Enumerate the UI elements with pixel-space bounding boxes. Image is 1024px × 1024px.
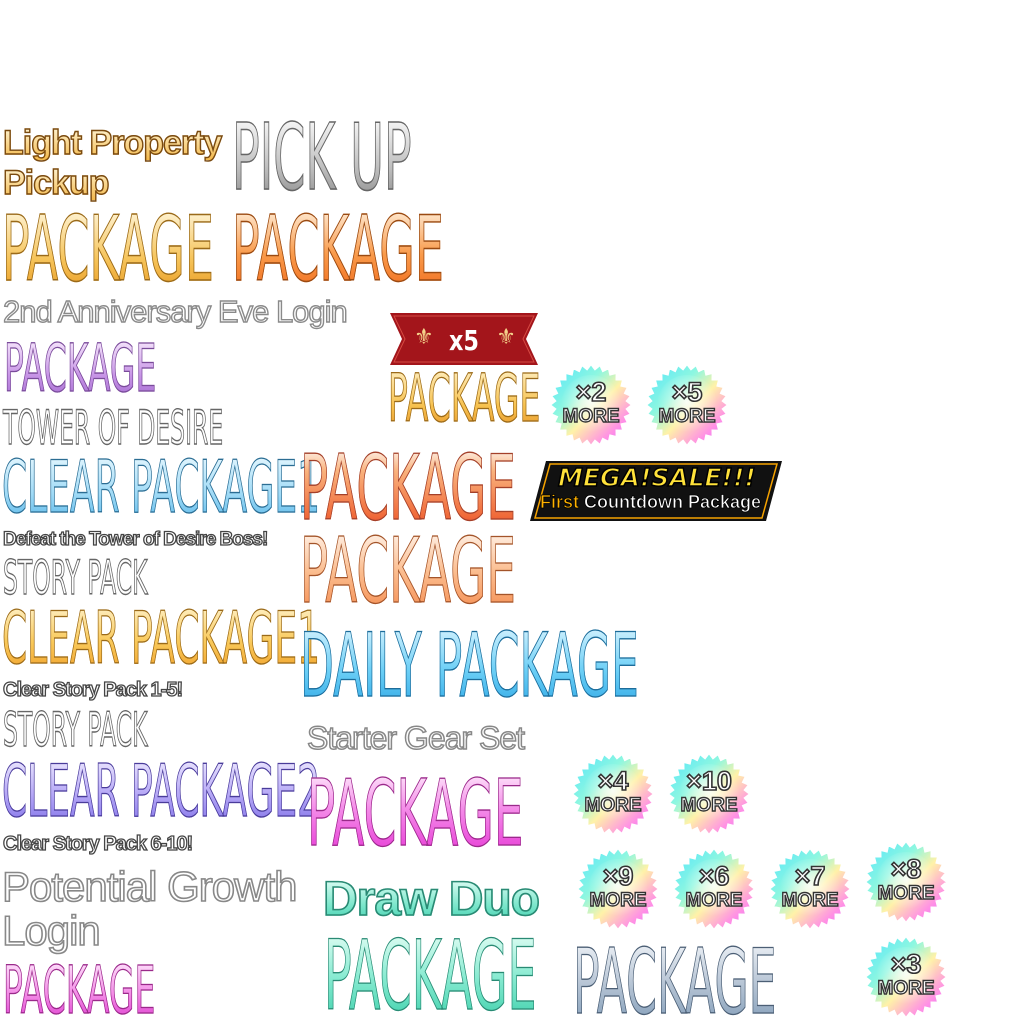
story-pack-label-2: STORY PACK (3, 703, 148, 758)
badge-multiplier: ×4 (597, 765, 629, 797)
more-badge-x5: ×5 MORE (645, 363, 729, 447)
clear-story-6-10-label: Clear Story Pack 6-10! (2, 833, 194, 855)
more-badge-x9: ×9 MORE (576, 847, 660, 931)
package-magenta-title: PACKAGE (307, 760, 524, 867)
anniversary-label: 2nd Anniversary Eve Login (2, 294, 348, 329)
potential-growth-label: Potential Growth (1, 863, 298, 910)
mega-sale-rest: Countdown Package (579, 492, 762, 513)
badge-more-label: MORE (584, 794, 642, 816)
draw-duo-label: Draw Duo (322, 873, 541, 926)
package-mint-title: PACKAGE (324, 920, 537, 1024)
clear-package2-violet-title: CLEAR PACKAGE2 (2, 749, 321, 833)
starter-gear-label: Starter Gear Set (306, 720, 525, 756)
package-gold-small-title: PACKAGE (388, 360, 541, 437)
x5-ribbon: ⚜ x5 ⚜ (390, 313, 538, 365)
more-badge-x8: ×8 MORE (864, 840, 948, 924)
pick-up-title: PICK UP (232, 104, 412, 211)
package-orange-title: PACKAGE (232, 197, 445, 302)
light-property-label: Light Property (2, 124, 223, 162)
badge-multiplier: ×10 (685, 765, 732, 797)
sprite-sheet: Light Property Pickup PICK UP PACKAGE PA… (0, 0, 1024, 1024)
mega-sale-subtitle: First Countdown Package (540, 492, 762, 513)
package-lavender-title: PACKAGE (4, 330, 157, 407)
badge-more-label: MORE (781, 889, 839, 911)
mega-sale-first: First (540, 492, 580, 513)
badge-more-label: MORE (658, 405, 716, 427)
badge-multiplier: ×7 (794, 860, 826, 892)
more-badge-x6: ×6 MORE (672, 847, 756, 931)
badge-multiplier: ×3 (890, 948, 922, 980)
badge-more-label: MORE (562, 405, 620, 427)
story-pack-label-1: STORY PACK (3, 551, 148, 606)
pickup-label: Pickup (2, 164, 110, 202)
clear-package1-gold-title: CLEAR PACKAGE1 (2, 596, 321, 680)
badge-multiplier: ×6 (698, 860, 730, 892)
mega-sale-banner: MEGA!SALE!!! First Countdown Package (528, 459, 784, 523)
mega-sale-title: MEGA!SALE!!! (557, 462, 756, 493)
package-gold-title: PACKAGE (2, 197, 215, 302)
package-pink-title: PACKAGE (3, 952, 156, 1024)
login-label: Login (1, 907, 101, 954)
badge-more-label: MORE (877, 882, 935, 904)
more-badge-x3: ×3 MORE (864, 935, 948, 1019)
more-badge-x4: ×4 MORE (571, 752, 655, 836)
more-badge-x2: ×2 MORE (549, 363, 633, 447)
badge-multiplier: ×8 (890, 853, 922, 885)
package-steel-title: PACKAGE (573, 937, 777, 1024)
package-peach-title: PACKAGE (300, 519, 517, 624)
badge-more-label: MORE (685, 889, 743, 911)
badge-multiplier: ×5 (671, 376, 703, 408)
badge-multiplier: ×9 (602, 860, 634, 892)
daily-package-title: DAILY PACKAGE (300, 614, 639, 717)
defeat-label: Defeat the Tower of Desire Boss! (2, 529, 269, 550)
clear-story-1-5-label: Clear Story Pack 1-5! (2, 679, 183, 701)
badge-more-label: MORE (877, 977, 935, 999)
badge-more-label: MORE (680, 794, 738, 816)
badge-more-label: MORE (589, 889, 647, 911)
badge-multiplier: ×2 (575, 376, 607, 408)
clear-package1-sky-title: CLEAR PACKAGE1 (2, 445, 321, 529)
more-badge-x10: ×10 MORE (667, 752, 751, 836)
fleur-right-icon: ⚜ (496, 325, 516, 350)
more-badge-x7: ×7 MORE (768, 847, 852, 931)
